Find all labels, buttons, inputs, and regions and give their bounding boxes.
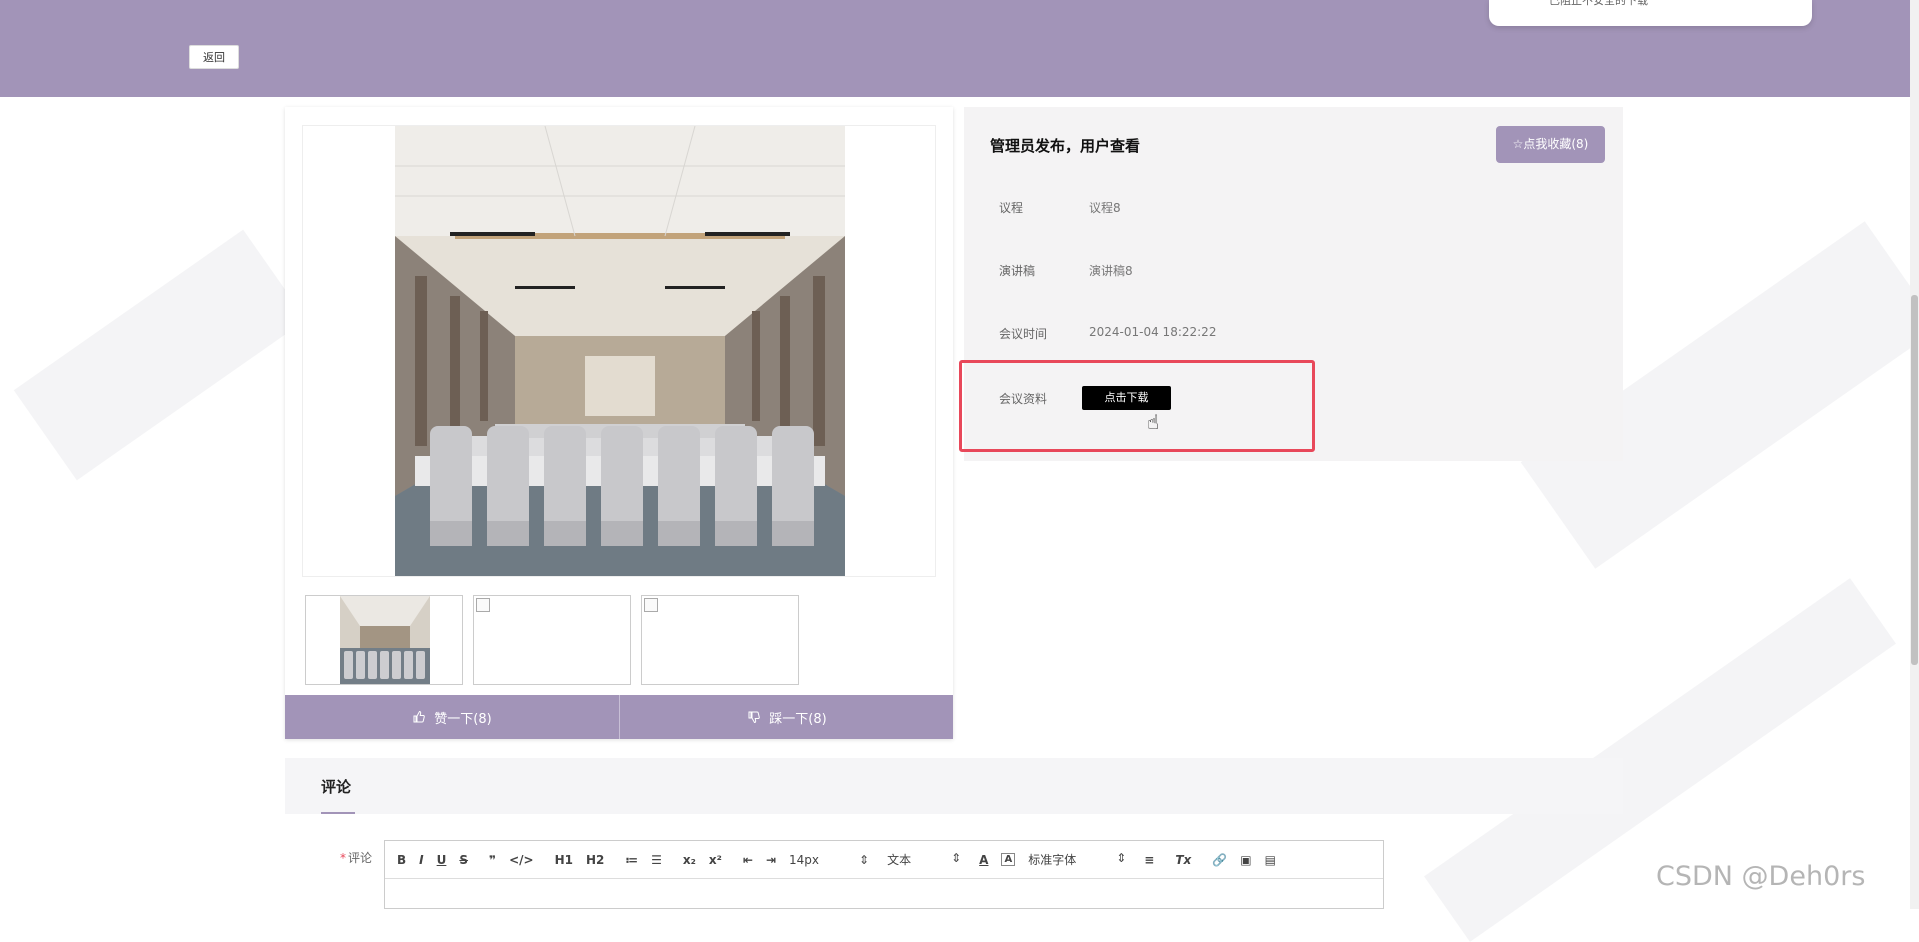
- outdent-button[interactable]: ⇤: [743, 853, 753, 867]
- comment-section-title: 评论: [321, 778, 352, 796]
- font-color-button[interactable]: A: [979, 853, 988, 867]
- code-button[interactable]: </>: [509, 853, 534, 867]
- rich-text-editor[interactable]: B I U S ❞ </> H1 H2 ≔ ☰ x₂ x² ⇤ ⇥ 14px ⇕…: [384, 840, 1384, 909]
- comment-label-text: 评论: [348, 851, 373, 865]
- comment-tab-underline: [321, 812, 355, 814]
- h2-button[interactable]: H2: [586, 853, 604, 867]
- background-color-button[interactable]: A: [1001, 853, 1016, 866]
- indent-button[interactable]: ⇥: [766, 853, 776, 867]
- notice-text: 已阻止不安全的下载: [1549, 0, 1648, 7]
- like-button[interactable]: 赞一下(8): [285, 695, 619, 739]
- thumbs-up-icon: [413, 710, 426, 723]
- broken-image-icon: [476, 598, 490, 612]
- hand-cursor-icon: ☝: [1147, 410, 1160, 434]
- image-button[interactable]: ▣: [1240, 853, 1251, 867]
- align-button[interactable]: ≡: [1144, 853, 1154, 867]
- select-arrow-icon: ⇕: [859, 852, 870, 867]
- superscript-button[interactable]: x²: [709, 853, 722, 867]
- like-label: 赞一下(8): [434, 711, 492, 727]
- subscript-button[interactable]: x₂: [683, 853, 696, 867]
- thumbnail-2[interactable]: [473, 595, 631, 685]
- gallery-card: 赞一下(8) 踩一下(8): [285, 107, 953, 739]
- thumbnail-1[interactable]: [305, 595, 463, 685]
- quote-button[interactable]: ❞: [489, 853, 496, 867]
- h1-button[interactable]: H1: [555, 853, 573, 867]
- required-mark: *: [340, 851, 346, 865]
- background-stripe: [13, 229, 307, 481]
- meeting-time-label: 会议时间: [999, 327, 1048, 341]
- speech-value: 演讲稿8: [1089, 264, 1133, 278]
- ordered-list-button[interactable]: ≔: [625, 853, 638, 867]
- font-family-select[interactable]: 标准字体 ⇕: [1028, 851, 1126, 868]
- thumbnail-3[interactable]: [641, 595, 799, 685]
- meeting-time-value: 2024-01-04 18:22:22: [1089, 325, 1217, 339]
- bold-button[interactable]: B: [397, 853, 406, 867]
- main-image-frame: [302, 125, 936, 577]
- conference-hall-image: [395, 126, 845, 576]
- editor-toolbar: B I U S ❞ </> H1 H2 ≔ ☰ x₂ x² ⇤ ⇥ 14px ⇕…: [385, 841, 1383, 879]
- italic-button[interactable]: I: [419, 853, 423, 867]
- thumbs-down-icon: [748, 711, 761, 724]
- font-size-select[interactable]: 14px ⇕: [789, 853, 869, 867]
- clear-format-button[interactable]: Tx: [1175, 853, 1191, 867]
- csdn-watermark: CSDN @Deh0rs: [1656, 861, 1866, 892]
- select-arrow-icon: ⇕: [1116, 851, 1127, 865]
- video-button[interactable]: ▤: [1265, 853, 1276, 867]
- font-family-value: 标准字体: [1028, 853, 1077, 867]
- detail-title: 管理员发布，用户查看: [990, 137, 1141, 155]
- dislike-label: 踩一下(8): [769, 711, 827, 727]
- font-size-value: 14px: [789, 852, 820, 867]
- download-blocked-notice: 已阻止不安全的下载: [1489, 0, 1812, 26]
- strike-button[interactable]: S: [459, 853, 468, 867]
- agenda-label: 议程: [999, 201, 1024, 215]
- broken-image-icon: [644, 598, 658, 612]
- scrollbar-thumb[interactable]: [1911, 295, 1918, 665]
- text-style-select[interactable]: 文本 ⇕: [887, 851, 961, 868]
- link-button[interactable]: 🔗: [1212, 853, 1227, 867]
- dislike-button[interactable]: 踩一下(8): [620, 695, 954, 739]
- select-arrow-icon: ⇕: [951, 851, 962, 865]
- comment-section-header: 评论: [285, 758, 1623, 814]
- vote-bar: 赞一下(8) 踩一下(8): [285, 695, 953, 739]
- favorite-button[interactable]: ☆点我收藏(8): [1496, 126, 1605, 163]
- speech-label: 演讲稿: [999, 264, 1036, 278]
- text-style-value: 文本: [887, 853, 912, 867]
- highlight-annotation-box: [959, 360, 1315, 452]
- main-image: [395, 126, 845, 576]
- back-button[interactable]: 返回: [189, 45, 239, 69]
- thumbnail-image: [340, 596, 430, 684]
- agenda-value: 议程8: [1089, 201, 1121, 215]
- bullet-list-button[interactable]: ☰: [651, 853, 662, 867]
- underline-button[interactable]: U: [437, 853, 447, 867]
- comment-field-label: * 评论: [340, 849, 372, 866]
